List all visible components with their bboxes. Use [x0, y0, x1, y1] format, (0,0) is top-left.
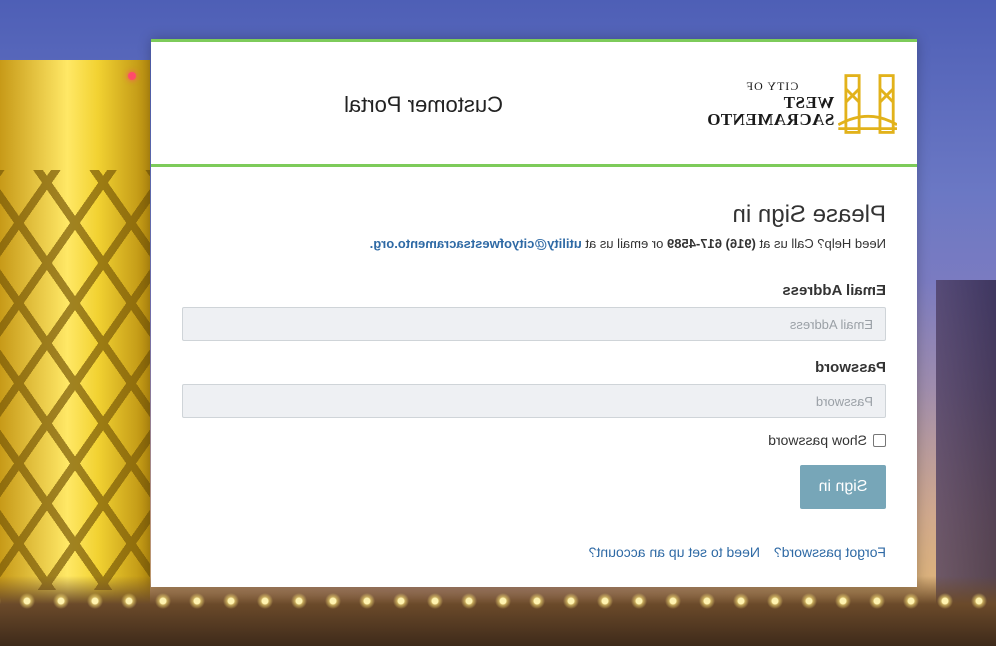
show-password-label[interactable]: Show password [768, 432, 867, 448]
portal-title: Customer Portal [344, 92, 503, 117]
card-header: CITY OF WEST SACRAMENTO Customer Portal [151, 42, 917, 167]
email-label: Email Address [782, 282, 886, 299]
logo-city-of: CITY OF [745, 79, 799, 93]
signup-link[interactable]: Need to set up an account? [589, 544, 760, 560]
password-label: Password [815, 359, 886, 376]
logo-text: CITY OF WEST SACRAMENTO [661, 79, 835, 129]
forgot-password-link[interactable]: Forgot password? [774, 544, 886, 560]
help-email-link[interactable]: utility@cityofwestsacramento.org. [370, 236, 582, 251]
city-logo[interactable]: CITY OF WEST SACRAMENTO [661, 68, 897, 140]
help-phone: (916) 617-4589 [667, 236, 756, 251]
help-middle: or email us at [581, 236, 668, 251]
background-bridge-truss [0, 170, 150, 590]
bridge-logo-icon [838, 74, 897, 134]
show-password-checkbox[interactable] [873, 433, 886, 447]
account-links: Forgot password? Need to set up an accoun… [589, 544, 886, 560]
signin-heading: Please Sign in [732, 201, 886, 228]
background-tower-light [128, 72, 136, 80]
password-input[interactable] [182, 384, 886, 418]
help-prefix: Need Help? Call us at [755, 236, 886, 251]
login-card: CITY OF WEST SACRAMENTO Customer Portal … [151, 39, 917, 587]
signin-button[interactable]: Sign in [800, 465, 886, 509]
help-text: Need Help? Call us at (916) 617-4589 or … [370, 236, 886, 251]
logo-city-name: WEST SACRAMENTO [706, 93, 835, 129]
email-input[interactable] [182, 307, 886, 341]
show-password-row[interactable]: Show password [768, 432, 886, 448]
